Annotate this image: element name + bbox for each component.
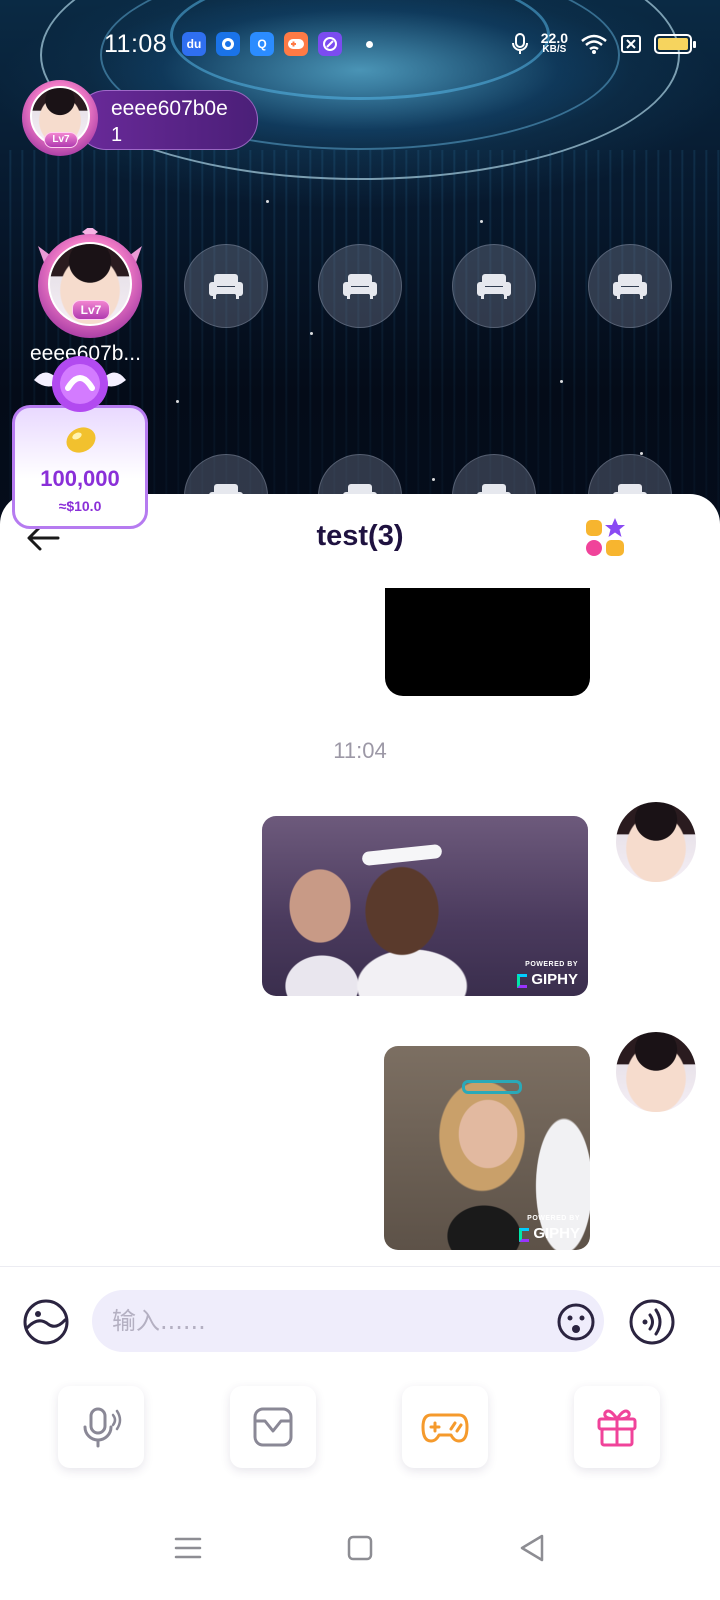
star xyxy=(310,332,313,335)
empty-seat[interactable] xyxy=(588,244,672,328)
network-speed-unit: KB/S xyxy=(542,44,567,55)
star xyxy=(480,220,483,223)
host-seat[interactable]: Lv7 xyxy=(34,228,146,340)
microphone-icon xyxy=(511,33,528,54)
q-browser-icon: Q xyxy=(250,32,274,56)
no-sim-icon xyxy=(621,35,641,53)
giphy-watermark-pre: POWERED BY xyxy=(527,1215,580,1222)
image-picker-icon[interactable] xyxy=(22,1298,70,1346)
avatar xyxy=(616,802,696,882)
star xyxy=(176,400,179,403)
owner-avatar[interactable]: Lv7 xyxy=(22,80,98,158)
coin-amount: 100,000 xyxy=(40,466,120,491)
owner-count: 1 xyxy=(111,124,123,146)
owner-name: eeee607b0e xyxy=(111,97,228,120)
status-indicators: 22.0 KB/S xyxy=(511,30,696,56)
network-speed: 22.0 KB/S xyxy=(540,30,568,56)
menu-icon[interactable] xyxy=(168,1528,208,1568)
microphone-icon xyxy=(83,1407,122,1448)
level-badge: Lv7 xyxy=(72,300,110,320)
sender-avatar[interactable] xyxy=(616,1032,696,1112)
sofa-icon xyxy=(343,274,377,299)
empty-seat[interactable] xyxy=(184,244,268,328)
battery-icon xyxy=(654,34,696,54)
sofa-icon xyxy=(477,274,511,299)
giphy-watermark-text: GIPHY xyxy=(533,1225,580,1242)
purple-app-icon xyxy=(318,32,342,56)
system-nav-bar xyxy=(0,1500,720,1600)
network-speed-value: 22.0 xyxy=(540,30,568,46)
avatar xyxy=(616,1032,696,1112)
voice-message-button[interactable] xyxy=(58,1386,144,1468)
game-center-icon xyxy=(284,32,308,56)
giphy-logo-icon xyxy=(517,974,528,988)
giphy-watermark: POWERED BY GIPHY xyxy=(519,1215,580,1242)
more-notifications-dot xyxy=(366,40,373,48)
giphy-watermark-text: GIPHY xyxy=(531,971,578,988)
giphy-logo-icon xyxy=(519,1228,530,1242)
level-badge: Lv7 xyxy=(44,132,78,148)
notification-icons: du Q xyxy=(182,32,373,56)
coin-usd-value: ≈$10.0 xyxy=(58,498,102,514)
star xyxy=(560,380,563,383)
gif-content xyxy=(361,843,443,867)
empty-seat[interactable] xyxy=(318,244,402,328)
bean-coin-icon xyxy=(66,427,96,453)
star xyxy=(432,478,435,481)
gif-content xyxy=(462,1080,522,1094)
mascot-icon xyxy=(34,356,126,412)
giphy-watermark-pre: POWERED BY xyxy=(525,961,578,968)
empty-seat[interactable] xyxy=(452,244,536,328)
photo-album-button[interactable] xyxy=(230,1386,316,1468)
coin-reward-box[interactable]: 100,000 ≈$10.0 xyxy=(12,405,148,529)
emoji-icon[interactable] xyxy=(556,1302,596,1342)
sender-avatar[interactable] xyxy=(616,802,696,882)
giphy-watermark: POWERED BY GIPHY xyxy=(517,961,578,988)
baidu-icon: du xyxy=(182,32,206,56)
gif-message[interactable]: POWERED BY GIPHY xyxy=(262,816,588,996)
input-divider xyxy=(0,1266,720,1267)
gamepad-icon xyxy=(421,1413,469,1443)
status-time: 11:08 xyxy=(104,30,168,58)
sofa-icon xyxy=(613,274,647,299)
message-input-box[interactable] xyxy=(92,1290,604,1352)
home-icon[interactable] xyxy=(340,1528,380,1568)
game-button[interactable] xyxy=(402,1386,488,1468)
gift-button[interactable] xyxy=(574,1386,660,1468)
back-icon[interactable] xyxy=(512,1528,552,1568)
star xyxy=(266,200,269,203)
voice-mode-icon[interactable] xyxy=(628,1298,676,1346)
sofa-icon xyxy=(209,274,243,299)
room-owner-pill[interactable]: eeee607b0e 1 xyxy=(76,90,258,150)
album-box-icon xyxy=(253,1407,293,1447)
video-message[interactable] xyxy=(385,588,590,696)
wifi-icon xyxy=(581,34,607,54)
apps-grid-icon[interactable] xyxy=(584,516,628,560)
status-bar: 11:08 du Q 22.0 KB/S xyxy=(0,26,720,66)
time-separator: 11:04 xyxy=(333,738,387,763)
gift-icon xyxy=(597,1409,637,1447)
chat-sheet: test(3) 11:04 POWERED BY GIPHY POWERED B… xyxy=(0,494,720,1600)
gif-message[interactable]: POWERED BY GIPHY xyxy=(384,1046,590,1250)
blue-circle-app-icon xyxy=(216,32,240,56)
message-input[interactable] xyxy=(112,1300,532,1342)
